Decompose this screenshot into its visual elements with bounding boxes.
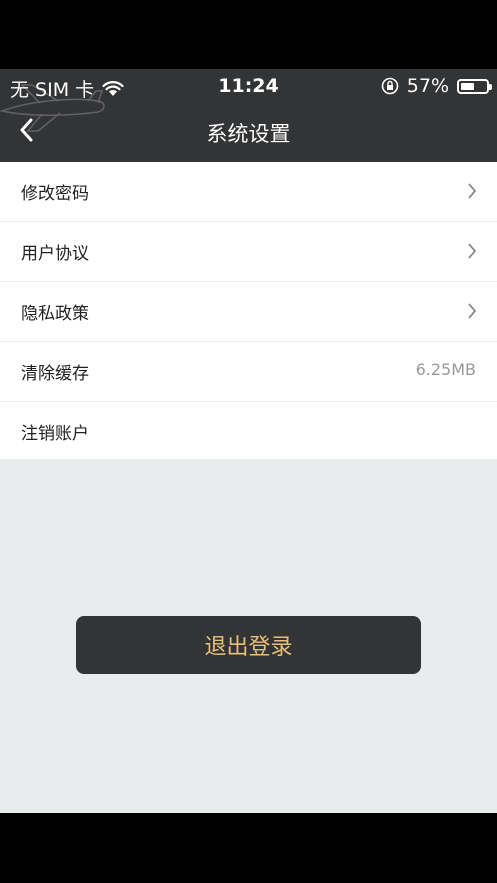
- chevron-right-icon: [468, 303, 477, 319]
- page-title: 系统设置: [206, 122, 291, 146]
- status-right-group: 57%: [381, 75, 492, 97]
- content-area: 退出登录: [0, 459, 497, 813]
- battery-icon: [457, 78, 492, 94]
- chevron-right-icon: [468, 183, 477, 199]
- chevron-right-icon: [468, 243, 477, 259]
- battery-percent: 57%: [406, 75, 449, 97]
- settings-item-change-password[interactable]: 修改密码: [0, 162, 497, 222]
- settings-item-label: 注销账户: [21, 424, 89, 444]
- settings-item-delete-account[interactable]: 注销账户: [0, 402, 497, 461]
- top-black-bar: [0, 0, 497, 69]
- settings-item-user-agreement[interactable]: 用户协议: [0, 222, 497, 282]
- cache-size-value: 6.25MB: [415, 360, 476, 379]
- settings-item-label: 用户协议: [21, 244, 89, 264]
- logout-button[interactable]: 退出登录: [76, 616, 421, 674]
- bottom-black-bar: [0, 813, 497, 883]
- status-bar: 无 SIM 卡 11:24 57%: [0, 69, 497, 103]
- header: 无 SIM 卡 11:24 57% 系统设置: [0, 69, 497, 162]
- settings-list: 修改密码 用户协议 隐私政策 清除缓存 6.25MB 注销账户: [0, 162, 497, 461]
- settings-item-clear-cache[interactable]: 清除缓存 6.25MB: [0, 342, 497, 402]
- battery-level: [461, 82, 475, 90]
- nav-bar: 系统设置: [0, 103, 497, 162]
- settings-item-privacy-policy[interactable]: 隐私政策: [0, 282, 497, 342]
- settings-item-label: 清除缓存: [21, 364, 89, 384]
- settings-item-label: 隐私政策: [21, 304, 89, 324]
- settings-item-label: 修改密码: [21, 184, 89, 204]
- orientation-lock-icon: [381, 77, 399, 95]
